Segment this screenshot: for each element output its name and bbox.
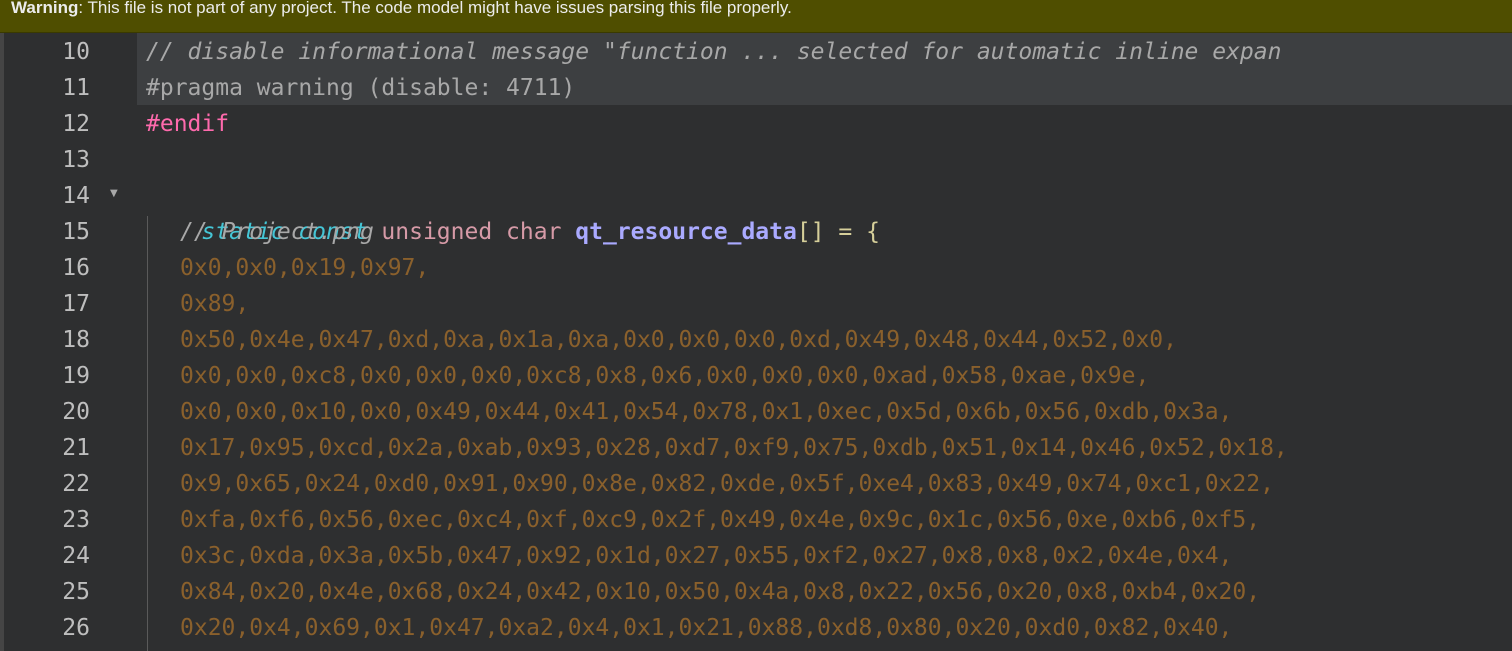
- code-line: #pragma warning (disable: 4711): [146, 75, 576, 101]
- code-line: 0x50,0x4e,0x47,0xd,0xa,0x1a,0xa,0x0,0x0,…: [180, 327, 1177, 353]
- code-line: 0x3c,0xda,0x3a,0x5b,0x47,0x92,0x1d,0x27,…: [180, 543, 1233, 569]
- code-line: 0x0,0x0,0x19,0x97,: [180, 255, 430, 281]
- line-number: 14: [62, 183, 90, 209]
- line-number: 13: [62, 147, 90, 173]
- line-number: 17: [62, 291, 90, 317]
- line-number: 25: [62, 579, 90, 605]
- code-line: 0x17,0x95,0xcd,0x2a,0xab,0x93,0x28,0xd7,…: [180, 435, 1288, 461]
- code-line: 0x84,0x20,0x4e,0x68,0x24,0x42,0x10,0x50,…: [180, 579, 1261, 605]
- code-line: 0xfa,0xf6,0x56,0xec,0xc4,0xf,0xc9,0x2f,0…: [180, 507, 1261, 533]
- code-line: 0x89,: [180, 291, 250, 317]
- warning-label: Warning: [11, 0, 79, 17]
- type-token: unsigned char: [381, 219, 562, 245]
- line-number: 19: [62, 363, 90, 389]
- warning-banner: Warning: This file is not part of any pr…: [0, 0, 1512, 33]
- warning-message: : This file is not part of any project. …: [78, 0, 792, 17]
- line-number: 26: [62, 615, 90, 641]
- code-line: 0x20,0x4,0x69,0x1,0x47,0xa2,0x4,0x1,0x21…: [180, 615, 1233, 641]
- line-number: 22: [62, 471, 90, 497]
- line-number: 11: [62, 75, 90, 101]
- line-number: 21: [62, 435, 90, 461]
- code-editor[interactable]: Warning: This file is not part of any pr…: [0, 0, 1512, 651]
- line-number: 15: [62, 219, 90, 245]
- code-line: 0x9,0x65,0x24,0xd0,0x91,0x90,0x8e,0x82,0…: [180, 471, 1274, 497]
- punctuation-token: [] = {: [796, 219, 880, 245]
- identifier-token: qt_resource_data: [575, 219, 797, 245]
- line-number: 20: [62, 399, 90, 425]
- line-number: 24: [62, 543, 90, 569]
- line-number: 12: [62, 111, 90, 137]
- line-number: 16: [62, 255, 90, 281]
- code-line: // disable informational message "functi…: [146, 39, 1282, 65]
- code-line: 0x0,0x0,0xc8,0x0,0x0,0x0,0xc8,0x8,0x6,0x…: [180, 363, 1150, 389]
- line-number: 18: [62, 327, 90, 353]
- code-line: 0x0,0x0,0x10,0x0,0x49,0x44,0x41,0x54,0x7…: [180, 399, 1233, 425]
- code-line: static const unsigned char qt_resource_d…: [146, 178, 880, 245]
- line-number: 10: [62, 39, 90, 65]
- triangle-down-icon[interactable]: ▼: [110, 178, 122, 214]
- code-line: // Project.png: [180, 219, 374, 245]
- code-line: #endif: [146, 111, 230, 137]
- line-number: 23: [62, 507, 90, 533]
